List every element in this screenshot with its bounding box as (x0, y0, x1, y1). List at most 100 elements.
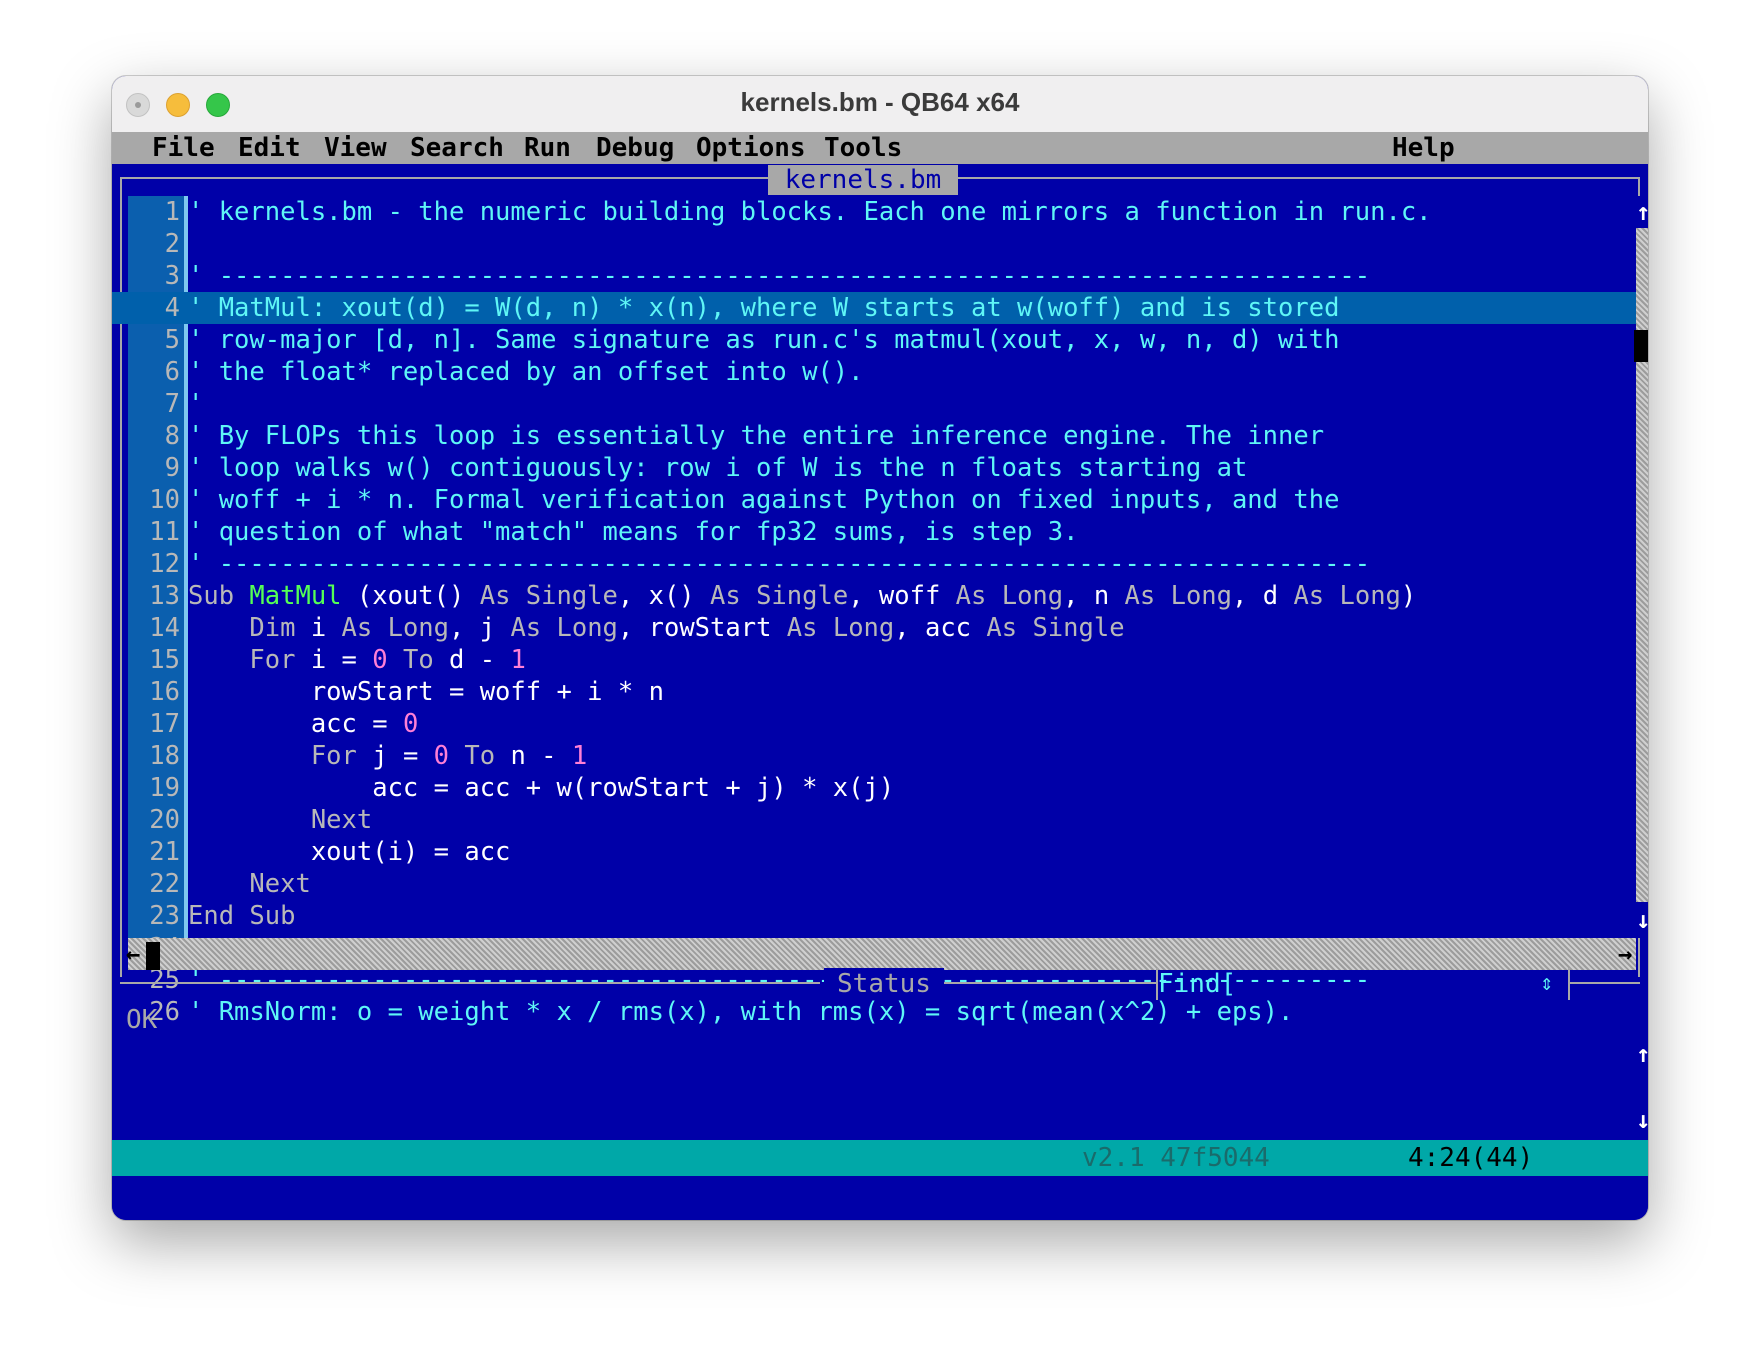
code-line[interactable]: 15 For i = 0 To d - 1 (112, 644, 1642, 676)
horizontal-scrollbar[interactable] (128, 938, 1636, 970)
code-line[interactable]: 12 ' ------------------------------------… (112, 548, 1642, 580)
code-token: n - (510, 741, 572, 771)
line-number: 7 (164, 389, 180, 419)
line-number: 18 (149, 741, 180, 771)
code-line[interactable]: 7 ' (112, 388, 1642, 420)
status-arrow-down-icon[interactable]: ↓ (1636, 1108, 1648, 1132)
menu-debug[interactable]: Debug (596, 132, 674, 164)
menu-view[interactable]: View (324, 132, 387, 164)
line-text: Dim i As Long, j As Long, rowStart As Lo… (188, 612, 1125, 644)
line-text: xout(i) = acc (188, 836, 511, 868)
status-divider-end (1568, 982, 1640, 984)
line-text: Next (188, 804, 372, 836)
line-number: 10 (149, 485, 180, 515)
code-token: ' MatMul: xout(d) = W(d, n) * x(n), wher… (188, 293, 1340, 323)
code-token: , acc (894, 613, 987, 643)
updown-arrows-icon[interactable]: ⇕ (1540, 968, 1553, 1000)
code-token: Next (188, 869, 311, 899)
code-line[interactable]: 14 Dim i As Long, j As Long, rowStart As… (112, 612, 1642, 644)
code-line[interactable]: 2 (112, 228, 1642, 260)
code-area[interactable]: 1 ' kernels.bm - the numeric building blo… (112, 196, 1642, 1028)
code-line[interactable]: 6 ' the float* replaced by an offset into… (112, 356, 1642, 388)
footer-status-bar: v2.1 47f5044 4:24(44) (112, 1140, 1648, 1176)
code-token: For (188, 741, 373, 771)
status-pane-title: Status (824, 968, 944, 1000)
code-line[interactable]: 18 For j = 0 To n - 1 (112, 740, 1642, 772)
arrow-left-icon[interactable]: ← (126, 942, 140, 966)
menu-search[interactable]: Search (410, 132, 504, 164)
arrow-down-icon[interactable]: ↓ (1636, 908, 1648, 932)
code-token: As Single (479, 581, 618, 611)
code-token: 0 (402, 709, 419, 739)
code-token: ' row-major [d, n]. Same signature as ru… (188, 325, 1340, 355)
line-text: For j = 0 To n - 1 (188, 740, 587, 772)
code-line[interactable]: 26 ' RmsNorm: o = weight * x / rms(x), wi… (112, 996, 1642, 1028)
status-arrow-up-icon[interactable]: ↑ (1636, 1042, 1648, 1066)
line-text: ' loop walks w() contiguously: row i of … (188, 452, 1247, 484)
code-token: , j (449, 613, 511, 643)
code-line[interactable]: 10 ' woff + i * n. Formal verification ag… (112, 484, 1642, 516)
line-text: Next (188, 868, 311, 900)
code-token: , rowStart (617, 613, 787, 643)
code-token: ' loop walks w() contiguously: row i of … (188, 453, 1248, 483)
code-token: d - (449, 645, 511, 675)
code-line[interactable]: 11 ' question of what "match" means for f… (112, 516, 1642, 548)
code-token: , x() (617, 581, 711, 611)
title-bar: kernels.bm - QB64 x64 (112, 76, 1648, 133)
code-line[interactable]: 9 ' loop walks w() contiguously: row i of… (112, 452, 1642, 484)
code-line[interactable]: 13 Sub MatMul (xout() As Single, x() As S… (112, 580, 1642, 612)
menu-edit[interactable]: Edit (238, 132, 301, 164)
line-text: For i = 0 To d - 1 (188, 644, 526, 676)
horizontal-scroll-thumb[interactable] (146, 942, 160, 970)
version-label: v2.1 47f5044 (1082, 1143, 1270, 1173)
code-token: As Long (510, 613, 618, 643)
code-token: ' the float* replaced by an offset into … (188, 357, 864, 387)
code-line[interactable]: 5 ' row-major [d, n]. Same signature as r… (112, 324, 1642, 356)
status-message: OK (126, 1005, 158, 1035)
code-line[interactable]: 3 ' -------------------------------------… (112, 260, 1642, 292)
code-line[interactable]: 21 xout(i) = acc (112, 836, 1642, 868)
line-number: 13 (149, 581, 180, 611)
menu-options[interactable]: Options (696, 132, 806, 164)
code-token: As Single (986, 613, 1125, 643)
arrow-up-icon[interactable]: ↑ (1636, 200, 1648, 224)
line-text: ' RmsNorm: o = weight * x / rms(x), with… (188, 996, 1293, 1028)
code-line[interactable]: 20 Next (112, 804, 1642, 836)
menu-file[interactable]: File (152, 132, 215, 164)
code-line[interactable]: 1 ' kernels.bm - the numeric building blo… (112, 196, 1642, 228)
code-token: i = (310, 645, 373, 675)
find-field[interactable]: Find[ (1156, 968, 1570, 1000)
arrow-right-icon[interactable]: → (1618, 942, 1632, 966)
line-text: ' woff + i * n. Formal verification agai… (188, 484, 1339, 516)
code-line[interactable]: 19 acc = acc + w(rowStart + j) * x(j) (112, 772, 1642, 804)
editor-pane: kernels.bm 1 ' kernels.bm - the numeric b… (112, 164, 1648, 1220)
line-text: ' question of what "match" means for fp3… (188, 516, 1078, 548)
code-token: ' kernels.bm - the numeric building bloc… (188, 197, 1432, 227)
file-tab-title[interactable]: kernels.bm (768, 165, 958, 195)
code-token: (xout() (341, 581, 480, 611)
menu-help[interactable]: Help (1392, 132, 1455, 164)
vertical-scroll-thumb[interactable] (1634, 330, 1648, 362)
line-text: acc = 0 (188, 708, 418, 740)
code-line[interactable]: 8 ' By FLOPs this loop is essentially the… (112, 420, 1642, 452)
line-number: 16 (149, 677, 180, 707)
code-line[interactable]: 16 rowStart = woff + i * n (112, 676, 1642, 708)
code-token: ' --------------------------------------… (188, 261, 1371, 291)
line-number: 9 (164, 453, 180, 483)
menu-run[interactable]: Run (524, 132, 571, 164)
code-token: MatMul (249, 581, 342, 611)
code-line[interactable]: 22 Next (112, 868, 1642, 900)
code-line[interactable]: 4 ' MatMul: xout(d) = W(d, n) * x(n), whe… (112, 292, 1642, 324)
code-token: 1 (510, 645, 526, 675)
code-line[interactable]: 23 End Sub (112, 900, 1642, 932)
code-line[interactable]: 17 acc = 0 (112, 708, 1642, 740)
cursor-position: 4:24(44) (1408, 1143, 1534, 1173)
menu-tools[interactable]: Tools (824, 132, 902, 164)
line-number: 23 (149, 901, 180, 931)
line-number: 5 (164, 325, 180, 355)
line-text: Sub MatMul (xout() As Single, x() As Sin… (188, 580, 1416, 612)
line-number: 2 (164, 229, 180, 259)
code-token: ' (188, 389, 204, 419)
line-number: 20 (149, 805, 180, 835)
line-text: ' row-major [d, n]. Same signature as ru… (188, 324, 1339, 356)
